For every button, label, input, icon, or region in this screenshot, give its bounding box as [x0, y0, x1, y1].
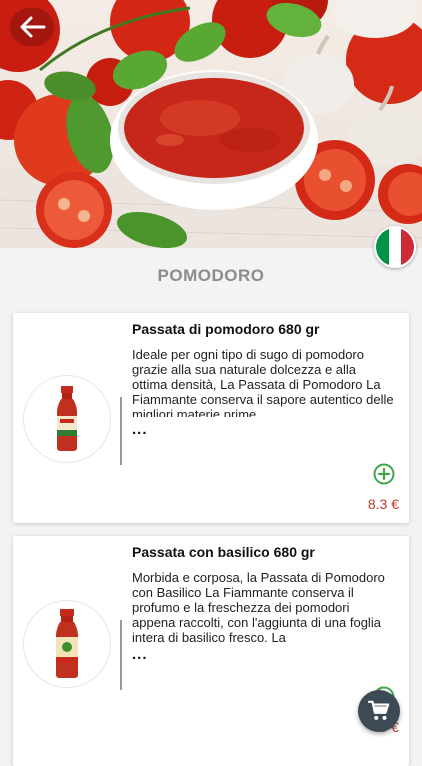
product-thumbnail — [23, 600, 111, 688]
divider — [120, 620, 122, 690]
product-card[interactable]: Passata di pomodoro 680 gr Ideale per og… — [13, 313, 409, 523]
arrow-left-icon — [20, 16, 46, 38]
product-name: Passata con basilico 680 gr — [132, 544, 315, 560]
read-more-link[interactable]: ... — [132, 421, 148, 438]
product-thumbnail — [23, 375, 111, 463]
product-description: Ideale per ogni tipo di sugo di pomodoro… — [132, 347, 394, 417]
plus-circle-icon[interactable] — [373, 463, 395, 485]
read-more-link[interactable]: ... — [132, 646, 148, 663]
product-description: Morbida e corposa, la Passata di Pomodor… — [132, 570, 385, 642]
italy-flag-icon — [374, 226, 416, 268]
back-button[interactable] — [10, 8, 54, 46]
hero-image — [0, 0, 422, 248]
product-name: Passata di pomodoro 680 gr — [132, 321, 320, 337]
product-card[interactable]: Passata con basilico 680 gr Morbida e co… — [13, 536, 409, 766]
category-title: POMODORO — [157, 266, 265, 285]
product-price: 8.3 € — [367, 496, 399, 512]
shopping-cart-icon — [368, 700, 390, 720]
divider — [120, 397, 122, 465]
cart-button[interactable] — [358, 690, 400, 732]
